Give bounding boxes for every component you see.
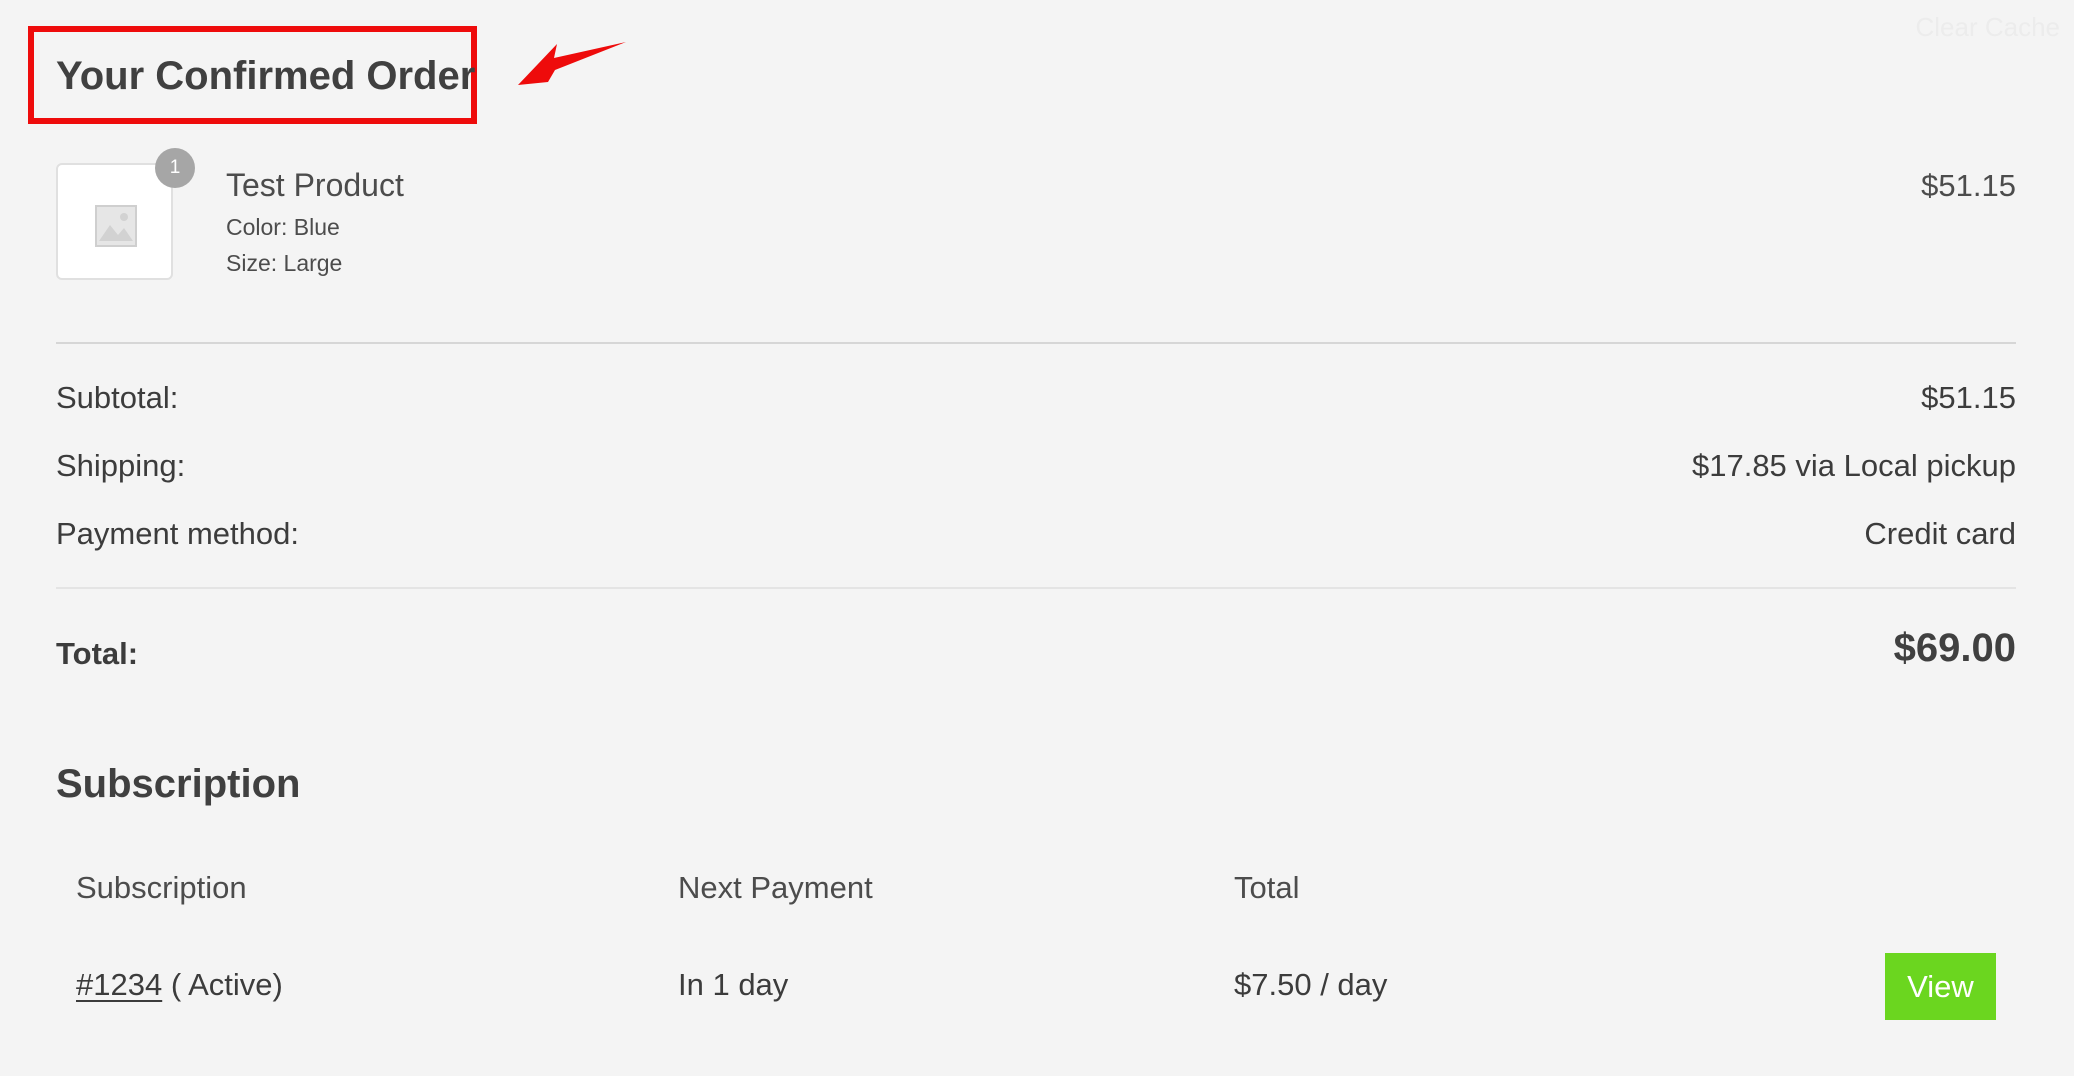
summary-row-shipping: Shipping: $17.85 via Local pickup (56, 448, 2016, 492)
page-title: Your Confirmed Order (56, 54, 476, 98)
column-header-total: Total (1234, 870, 1300, 905)
subscription-status: ( Active) (170, 967, 283, 1002)
product-name: Test Product (226, 167, 404, 203)
summary-row-subtotal: Subtotal: $51.15 (56, 380, 2016, 424)
image-placeholder-icon (95, 205, 137, 247)
product-attribute-size: Size: Large (226, 250, 343, 276)
subscription-cell: #1234 ( Active) (76, 967, 283, 1003)
summary-label: Shipping: (56, 448, 186, 483)
subscription-total-cell: $7.50 / day (1234, 967, 1388, 1002)
view-subscription-button[interactable]: View (1885, 953, 1996, 1020)
clear-cache-link[interactable]: Clear Cache (1915, 12, 2060, 43)
product-attribute-color: Color: Blue (226, 214, 340, 240)
summary-value: $17.85 via Local pickup (1691, 448, 2016, 483)
divider (56, 342, 2016, 344)
annotation-arrow-icon (518, 42, 626, 85)
summary-row-total: Total: $69.00 (56, 622, 2016, 682)
product-price: $51.15 (1921, 168, 2016, 203)
subscription-table: Subscription Next Payment Total #1234 ( … (56, 860, 2016, 1020)
column-header-next-payment: Next Payment (678, 870, 873, 905)
summary-value: Credit card (1864, 516, 2016, 551)
total-value: $69.00 (1893, 626, 2016, 670)
quantity-badge: 1 (155, 148, 195, 188)
next-payment-cell: In 1 day (678, 967, 789, 1002)
summary-label: Subtotal: (56, 380, 179, 415)
subscription-number-link[interactable]: #1234 (76, 967, 162, 1002)
subscription-heading: Subscription (56, 762, 301, 806)
summary-label: Payment method: (56, 516, 299, 551)
divider (56, 587, 2016, 589)
product-thumbnail: 1 (56, 148, 195, 280)
summary-value: $51.15 (1921, 380, 2016, 415)
total-label: Total: (56, 636, 139, 671)
column-header-subscription: Subscription (76, 870, 247, 905)
summary-row-payment-method: Payment method: Credit card (56, 516, 2016, 560)
order-item: 1 Test Product Color: Blue Size: Large $… (56, 148, 2016, 286)
